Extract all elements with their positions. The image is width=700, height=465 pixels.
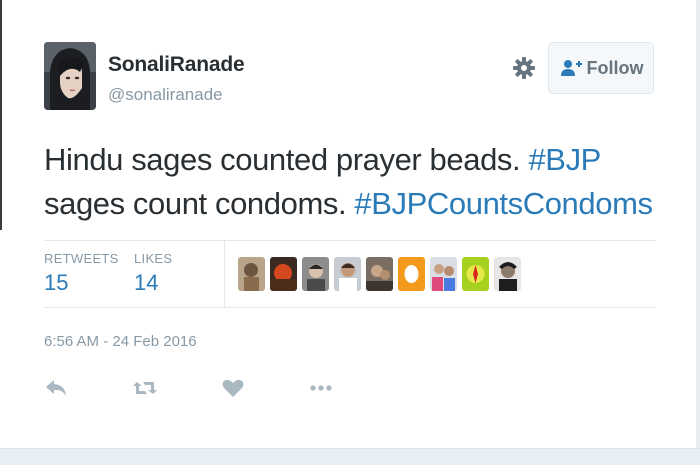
add-user-icon bbox=[559, 58, 583, 78]
retweets-stat[interactable]: RETWEETS 15 bbox=[44, 251, 119, 296]
bottom-strip bbox=[0, 448, 700, 465]
follow-button[interactable]: Follow bbox=[548, 42, 654, 94]
follow-label: Follow bbox=[586, 57, 644, 78]
tweet-page: SonaliRanade @sonaliranade Follow Hindu … bbox=[0, 0, 700, 465]
liker-avatar[interactable] bbox=[366, 257, 393, 291]
liker-avatar[interactable] bbox=[430, 257, 457, 291]
more-icon[interactable] bbox=[308, 374, 334, 402]
tweet-actions bbox=[44, 374, 344, 404]
tweet-text-line1: Hindu sages counted prayer beads. bbox=[44, 142, 529, 177]
stats-divider-bottom bbox=[44, 307, 656, 308]
liker-avatar[interactable] bbox=[398, 257, 425, 291]
like-icon[interactable] bbox=[220, 374, 246, 402]
stats-divider-top bbox=[44, 240, 656, 241]
likes-count: 14 bbox=[134, 270, 159, 295]
author-handle[interactable]: @sonaliranade bbox=[108, 85, 223, 105]
hashtag-bjpcountscondoms[interactable]: #BJPCountsCondoms bbox=[354, 186, 653, 221]
hashtag-bjp[interactable]: #BJP bbox=[528, 142, 601, 177]
author-name[interactable]: SonaliRanade bbox=[108, 53, 245, 77]
gear-icon[interactable] bbox=[511, 55, 537, 81]
author-avatar[interactable] bbox=[44, 42, 96, 110]
tweet-text: Hindu sages counted prayer beads. #BJP s… bbox=[44, 138, 664, 226]
right-edge-border bbox=[696, 0, 700, 465]
liker-avatar[interactable] bbox=[334, 257, 361, 291]
likes-stat[interactable]: LIKES 14 bbox=[134, 251, 172, 296]
liker-avatar[interactable] bbox=[238, 257, 265, 291]
left-edge-shadow bbox=[0, 0, 2, 230]
liker-avatar[interactable] bbox=[494, 257, 521, 291]
tweet-timestamp[interactable]: 6:56 AM - 24 Feb 2016 bbox=[44, 333, 197, 350]
likes-label: LIKES bbox=[134, 251, 173, 266]
liker-avatar[interactable] bbox=[302, 257, 329, 291]
likers-avatars bbox=[238, 257, 521, 291]
retweets-label: RETWEETS bbox=[44, 251, 119, 266]
retweet-icon[interactable] bbox=[132, 374, 158, 402]
liker-avatar[interactable] bbox=[462, 257, 489, 291]
tweet-text-line2: sages count condoms. bbox=[44, 186, 355, 221]
retweets-count: 15 bbox=[44, 270, 69, 295]
reply-icon[interactable] bbox=[44, 374, 70, 402]
stats-vertical-divider bbox=[224, 241, 225, 307]
liker-avatar[interactable] bbox=[270, 257, 297, 291]
